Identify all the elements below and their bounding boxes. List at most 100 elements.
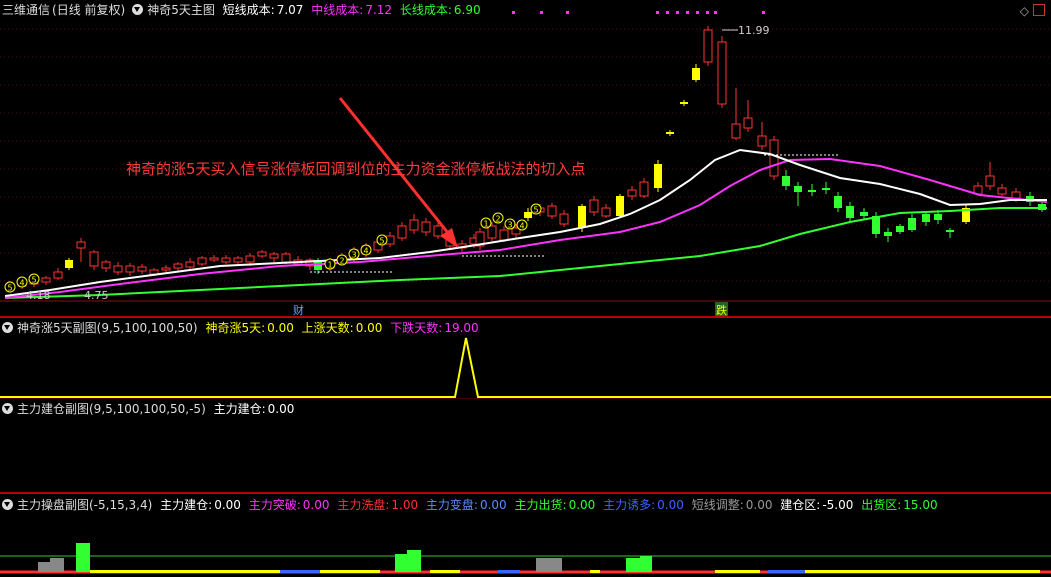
candle-body	[627, 189, 637, 197]
top-marker	[512, 11, 515, 14]
stock-name[interactable]: 三维通信	[2, 3, 50, 17]
sub3-bar	[407, 550, 421, 572]
sub3-f1-label: 主力建仓:	[160, 498, 213, 512]
annotation-text: 神奇的涨5天买入信号涨停板回调到位的主力资金涨停板战法的切入点	[126, 160, 586, 178]
sub3-f3-value: 1.00	[391, 498, 419, 512]
candle-body	[161, 267, 171, 271]
signal-number: 4	[19, 279, 24, 288]
sub3-f8-label: 建仓区:	[780, 498, 821, 512]
sub3-f7-value: 0.00	[745, 498, 773, 512]
candle-body	[269, 253, 279, 259]
candle-body	[41, 277, 51, 283]
signal-number: 4	[363, 247, 368, 256]
candle-body	[769, 139, 779, 177]
top-marker	[696, 11, 699, 14]
sub3-bar	[395, 554, 407, 572]
diamond-icon[interactable]: ◇	[1020, 4, 1029, 18]
candle-body	[834, 196, 842, 208]
mid-cost-label: 中线成本:	[311, 3, 364, 17]
sub3-strip	[768, 570, 805, 573]
signal-number: 5	[31, 276, 36, 285]
main-header: 三维通信 (日线 前复权) 神奇5天主图 短线成本: 7.07 中线成本: 7.12 长…	[2, 2, 485, 18]
sub1-header: 神奇涨5天副图(9,5,100,100,50) 神奇涨5天: 0.00 上涨天数:…	[2, 320, 483, 336]
sub-chart-2[interactable]: 主力建仓副图(9,5,100,100,50,-5) 主力建仓: 0.00	[0, 398, 1051, 493]
candle-body	[499, 229, 509, 241]
sub3-title[interactable]: 主力操盘副图(-5,15,3,4)	[17, 498, 152, 512]
signal-number: 1	[327, 261, 332, 270]
top-marker	[666, 11, 669, 14]
sub3-f4-value: 0.00	[479, 498, 507, 512]
candle-body	[934, 214, 942, 220]
drop-tag[interactable]: 跌	[715, 302, 728, 316]
candle-body	[397, 225, 407, 239]
short-cost-value: 7.07	[276, 3, 304, 17]
candle-body	[173, 263, 183, 269]
candle-body	[197, 257, 207, 265]
candle-body	[421, 221, 431, 233]
sub3-strip	[590, 570, 600, 573]
sub2-title[interactable]: 主力建仓副图(9,5,100,100,50,-5)	[17, 402, 206, 416]
candle-body	[209, 257, 219, 261]
high-price-label: 11.99	[738, 24, 770, 37]
candle-body	[692, 68, 700, 80]
sub3-f5-value: 0.00	[568, 498, 596, 512]
sub1-f1-value: 0.00	[267, 321, 294, 335]
candle-body	[997, 187, 1007, 195]
close-icon[interactable]	[1033, 4, 1045, 16]
indicator-name[interactable]: 神奇5天主图	[147, 3, 215, 17]
signal-number: 5	[379, 237, 384, 246]
finance-tag[interactable]: 财	[293, 302, 304, 316]
sub3-bar	[626, 558, 640, 572]
long-cost-label: 长线成本:	[399, 3, 452, 17]
sub1-f1-label: 神奇涨5天:	[205, 321, 266, 335]
candle-body	[884, 232, 892, 236]
candle-body	[731, 123, 741, 139]
top-marker	[706, 11, 709, 14]
candle-body	[666, 132, 674, 134]
candle-body	[101, 261, 111, 269]
chevron-down-icon[interactable]	[2, 499, 13, 510]
low-price-label-left: 4.18	[26, 289, 51, 302]
period-label: (日线 前复权)	[52, 3, 126, 17]
sub1-line	[0, 337, 1051, 398]
candle-body	[137, 266, 147, 272]
candle-body	[639, 181, 649, 197]
candle-body	[547, 205, 557, 217]
candle-body	[743, 117, 753, 129]
top-marker	[656, 11, 659, 14]
long-cost-value: 6.90	[453, 3, 481, 17]
signal-number: 2	[495, 215, 500, 224]
sub-chart-1[interactable]: 神奇涨5天副图(9,5,100,100,50) 神奇涨5天: 0.00 上涨天数:…	[0, 318, 1051, 398]
candle-body	[782, 176, 790, 186]
sub1-title[interactable]: 神奇涨5天副图(9,5,100,100,50)	[17, 321, 198, 335]
candle-body	[680, 102, 688, 104]
candle-body	[1011, 191, 1021, 199]
sub3-bar	[38, 562, 50, 572]
sub3-f4-label: 主力变盘:	[425, 498, 478, 512]
main-chart-pane[interactable]: 5451234512345 三维通信 (日线 前复权) 神奇5天主图 短线成本: 7.…	[0, 0, 1051, 316]
sub3-bar	[50, 558, 64, 572]
sub2-f1-value: 0.00	[267, 402, 295, 416]
candle-body	[757, 135, 767, 147]
sub-chart-3[interactable]: 主力操盘副图(-5,15,3,4) 主力建仓: 0.00 主力突破: 0.00 主力…	[0, 494, 1051, 577]
candle-body	[717, 41, 727, 105]
sub2-header: 主力建仓副图(9,5,100,100,50,-5) 主力建仓: 0.00	[2, 401, 298, 417]
candle-body	[257, 251, 267, 257]
candle-body	[985, 175, 995, 187]
chevron-down-icon[interactable]	[132, 4, 144, 15]
signal-number: 4	[519, 222, 524, 231]
top-marker	[714, 11, 717, 14]
sub3-strip	[280, 570, 320, 573]
chevron-down-icon[interactable]	[2, 322, 13, 333]
candle-body	[589, 199, 599, 213]
signal-number: 5	[7, 284, 12, 293]
signal-number: 3	[351, 251, 356, 260]
sub3-strip	[430, 570, 460, 573]
chevron-down-icon[interactable]	[2, 403, 13, 414]
signal-number: 3	[507, 221, 512, 230]
sub3-f6-value: 0.00	[657, 498, 684, 512]
sub3-bar	[640, 556, 652, 572]
candle-body	[654, 164, 662, 188]
candle-body	[125, 265, 135, 273]
candle-body	[578, 206, 586, 228]
